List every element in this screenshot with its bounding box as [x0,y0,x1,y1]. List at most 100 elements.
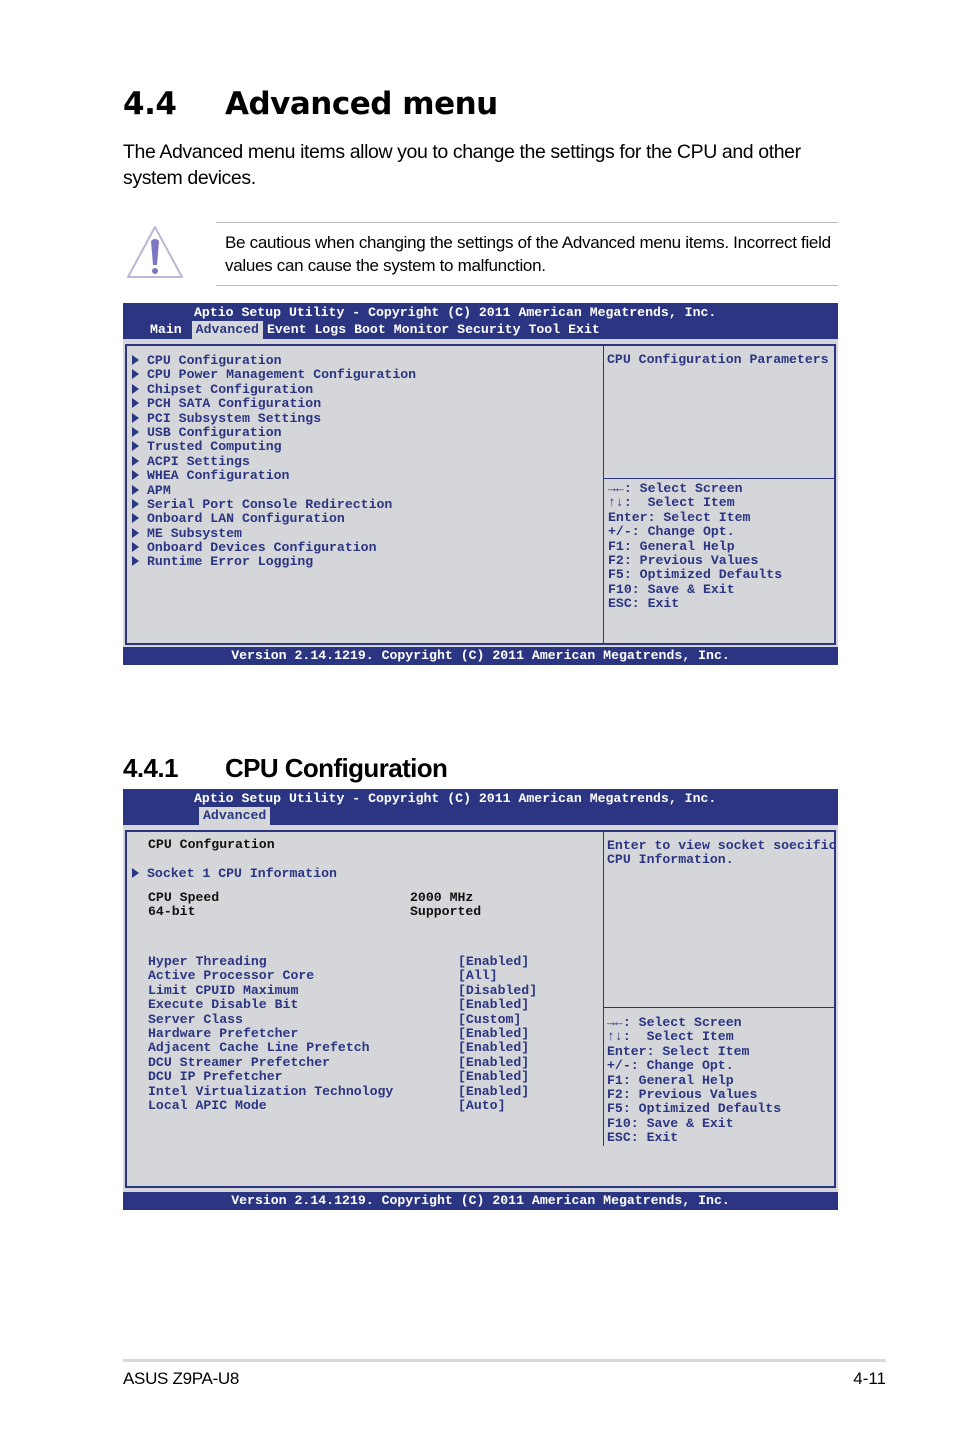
menu-item[interactable]: ACPI Settings [132,454,416,469]
setting-row[interactable]: DCU Streamer Prefetcher [Enabled] [148,1055,537,1070]
key-help-item: →←: Select Screen [607,1015,742,1030]
tab-advanced[interactable]: Advanced [199,807,271,825]
help-text-line: Enter to view socket soecific [607,838,837,853]
setting-row[interactable]: Execute Disable Bit [Enabled] [148,997,537,1012]
caution-text: Be cautious when changing the settings o… [225,233,831,275]
key-help-item: ↑↓: Select Item [607,1029,734,1045]
submenu-arrow-icon [132,527,139,538]
tab-exit[interactable]: Exit [564,321,604,339]
key-help-list: →←: Select Screen ↑↓: Select Item Enter: S… [608,481,783,612]
bios-body: CPU Configuration CPU Power Management Co… [125,344,836,645]
menu-item-label: Onboard LAN Configuration [147,511,345,527]
help-divider [604,1007,834,1008]
setting-label: Intel Virtualization Technology [148,1083,394,1099]
subsection-title-text: CPU Configuration [225,753,448,783]
menu-item-label: CPU Configuration [147,353,282,368]
setting-row[interactable]: Hyper Threading [Enabled] [148,954,537,969]
bios-header: Aptio Setup Utility - Copyright (C) 2011… [123,303,838,339]
advanced-menu-list: CPU Configuration CPU Power Management Co… [132,353,416,570]
section-title: 4.4 Advanced menu [123,86,498,122]
setting-row[interactable]: Hardware Prefetcher [Enabled] [148,1026,537,1042]
subsection-title: 4.4.1 CPU Configuration [123,753,448,784]
menu-item[interactable]: PCI Subsystem Settings [132,410,416,426]
tab-event-logs[interactable]: Event Logs [263,321,350,339]
key-help-item: F2: Previous Values [607,1087,758,1103]
caution-bottom-rule [216,285,838,286]
bios-header-title: Aptio Setup Utility - Copyright (C) 2011… [194,305,717,320]
menu-item[interactable]: CPU Power Management Configuration [132,368,416,382]
tab-monitor[interactable]: Monitor [390,321,453,339]
key-help-item: ESC: Exit [608,596,680,612]
menu-item-label: ME Subsystem [147,525,242,541]
setting-value[interactable]: [Enabled] [458,1041,529,1056]
setting-value[interactable]: [Enabled] [458,1055,529,1070]
setting-value[interactable]: [Enabled] [458,954,529,969]
tab-security[interactable]: Security [453,321,524,339]
submenu-arrow-icon [132,542,139,553]
setting-row[interactable]: Active Processor Core [All] [148,968,537,983]
setting-value[interactable]: [All] [458,968,498,983]
menu-item[interactable]: WHEA Configuration [132,468,416,483]
submenu-arrow-icon [132,412,139,423]
key-help-item: F10: Save & Exit [607,1115,734,1131]
submenu-arrow-icon [132,513,139,524]
menu-item[interactable]: Trusted Computing [132,440,416,454]
setting-value[interactable]: [Enabled] [458,1084,529,1099]
tab-boot[interactable]: Boot [350,321,390,339]
menu-item[interactable]: Serial Port Console Redirection [132,497,416,512]
menu-item[interactable]: Onboard LAN Configuration [132,512,416,526]
setting-value[interactable]: [Disabled] [458,983,537,998]
section-title-text: Advanced menu [225,86,498,122]
key-help-list: →←: Select Screen ↑↓: Select Item Enter: S… [607,1015,782,1146]
submenu-arrow-icon [132,398,139,409]
section-number: 4.4 [123,86,177,122]
tab-tool[interactable]: Tool [524,321,564,339]
submenu-arrow-icon [132,484,139,495]
setting-value[interactable]: [Auto] [458,1098,505,1113]
menu-item[interactable]: ME Subsystem [132,525,416,541]
info-label: 64-bit [148,904,196,920]
setting-value[interactable]: [Custom] [458,1012,521,1027]
tab-advanced[interactable]: Advanced [191,321,263,339]
menu-item[interactable]: CPU Configuration [132,353,416,368]
key-help-item: →←: Select Screen [608,481,743,496]
bios-header-title: Aptio Setup Utility - Copyright (C) 2011… [194,791,717,806]
setting-label: Local APIC Mode [148,1098,267,1114]
submenu-socket-cpu-info[interactable]: Socket 1 CPU Information [132,866,337,881]
setting-label: DCU IP Prefetcher [148,1069,283,1085]
setting-row[interactable]: Limit CPUID Maximum [Disabled] [148,983,537,998]
setting-row[interactable]: Local APIC Mode [Auto] [148,1098,537,1114]
menu-item-label: PCI Subsystem Settings [147,410,322,426]
menu-item[interactable]: PCH SATA Configuration [132,396,416,411]
menu-item[interactable]: Onboard Devices Configuration [132,540,416,555]
bios-help-pane: Enter to view socket soecific CPU Inform… [604,832,837,1186]
key-help-item: F5: Optimized Defaults [608,567,783,583]
submenu-label: Socket 1 CPU Information [147,866,337,881]
key-help-item: F5: Optimized Defaults [607,1101,782,1117]
menu-item-label: Runtime Error Logging [147,554,314,570]
info-label: CPU Speed [148,890,220,905]
menu-item[interactable]: Runtime Error Logging [132,555,416,569]
menu-item[interactable]: USB Configuration [132,425,416,440]
help-text: CPU Configuration Parameters [607,352,829,367]
menu-item[interactable]: APM [132,483,416,498]
setting-row[interactable]: Adjacent Cache Line Prefetch [Enabled] [148,1041,537,1056]
caution-top-rule [216,222,838,223]
setting-row[interactable]: Intel Virtualization Technology [Enabled] [148,1083,537,1099]
submenu-arrow-icon [132,470,139,481]
setting-value[interactable]: [Enabled] [458,1026,529,1041]
menu-item[interactable]: Chipset Configuration [132,382,416,397]
key-help-item: Enter: Select Item [607,1043,750,1059]
setting-label: Server Class [148,1011,243,1027]
section-intro: The Advanced menu items allow you to cha… [123,141,801,189]
bios-body: CPU Confguration Socket 1 CPU Informatio… [125,830,837,1188]
setting-row[interactable]: DCU IP Prefetcher [Enabled] [148,1069,537,1085]
key-help-item: Enter: Select Item [608,509,751,525]
tab-main[interactable]: Main [146,321,186,339]
setting-value[interactable]: [Enabled] [458,1069,529,1084]
footer-page-number: 4-11 [853,1369,886,1388]
key-help-item: F2: Previous Values [608,553,759,569]
setting-label: Hardware Prefetcher [148,1026,299,1042]
setting-value[interactable]: [Enabled] [458,997,529,1012]
setting-row[interactable]: Server Class [Custom] [148,1011,537,1027]
